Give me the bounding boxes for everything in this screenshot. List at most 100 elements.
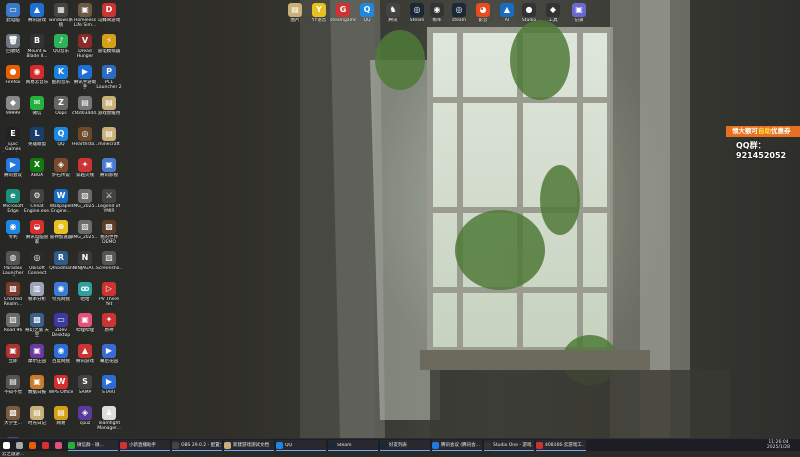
desktop-icon[interactable]: ▶ 幕后花园 — [96, 344, 122, 364]
desktop-icon[interactable]: ▣ 立即 — [0, 344, 26, 364]
desktop-icon[interactable]: V Dread Hunger — [72, 34, 98, 59]
desktop-icon[interactable]: ✦ 穿越火线 — [72, 158, 98, 178]
desktop-icon[interactable]: ▣ 记录 — [566, 3, 592, 23]
desktop-icon[interactable]: ♞ 腾讯 — [380, 3, 406, 23]
desktop-icon[interactable]: ▣ 腾讯影视 — [96, 158, 122, 178]
desktop-icon[interactable]: ◒ 腾讯电脑管家 — [24, 220, 50, 245]
desktop-icon[interactable]: ♪ QQ音乐 — [48, 34, 74, 54]
desktop-icon[interactable]: ▣ 摩尔庄园 — [24, 344, 50, 364]
desktop-icon[interactable]: ▩ 奇幻之旅 天空 — [24, 313, 50, 338]
desktop-icon[interactable]: ◍Paradox Launcher v2 — [0, 251, 26, 276]
desktop-icon[interactable]: D 马蜂窝游戏 — [96, 3, 122, 23]
desktop-icon[interactable]: ◎ Ubisoft Connect — [24, 251, 50, 276]
desktop-icon[interactable]: ▲ 腾讯游戏 — [72, 344, 98, 364]
desktop-icon-label: 网易 — [56, 421, 66, 426]
taskbar-app[interactable]: Steam — [328, 440, 378, 451]
taskbar-app[interactable]: QQ — [276, 440, 326, 451]
desktop-icon[interactable]: ▧ Screensho... — [96, 251, 122, 271]
desktop-icon[interactable]: ▷ PV There Yet — [96, 282, 122, 307]
desktop-icon[interactable]: ● Studio — [516, 3, 542, 23]
desktop-icon[interactable]: ◎ Hearthsto... — [72, 127, 98, 147]
desktop-icon[interactable]: Gsteamgame — [330, 3, 356, 23]
desktop-icon[interactable]: ◈ cpuz — [72, 406, 98, 426]
desktop-icon[interactable]: ▣ 数据日报 — [24, 375, 50, 395]
desktop-icon[interactable]: ◆ 99999 — [0, 96, 26, 116]
app-icon: ◆ — [6, 96, 20, 110]
desktop-icon[interactable]: ▤ minecraft — [96, 127, 122, 147]
desktop-icon[interactable]: ▩ 大学生... — [0, 406, 26, 426]
desktop-icon[interactable]: ♟ Teamfight Manager... — [96, 406, 122, 431]
taskbar-app[interactable]: 好友列表 — [380, 440, 430, 451]
desktop-icon[interactable]: ◉ 网易云音乐 — [24, 65, 50, 85]
desktop-icon[interactable]: W WPS Office — [48, 375, 74, 395]
desktop-icon[interactable]: ▶ 腾讯手游助手 — [72, 65, 98, 90]
desktop-icon[interactable]: ▦ windows系统 — [48, 3, 74, 28]
taskbar-app[interactable]: Studio One - 游戏... — [484, 440, 534, 451]
desktop-icon[interactable]: ▤ 时光日记 — [24, 406, 50, 426]
promo-overlay[interactable]: 领大额可自助优惠券 QQ群：921452052 — [726, 126, 800, 160]
taskbar-app[interactable] — [29, 440, 40, 450]
desktop-icon[interactable]: ▩ Charred Realm... — [0, 282, 26, 307]
desktop-icon[interactable]: ▭ 此电脑 — [0, 3, 26, 23]
taskbar-clock[interactable]: 11:26:04 2025/1/28 — [767, 440, 790, 450]
desktop-icon[interactable]: ▤ 网易 — [48, 406, 74, 426]
desktop-icon[interactable]: ▣ 哔哩哔哩 — [72, 313, 98, 333]
desktop-icon[interactable]: ▤ 不知不觉 — [0, 375, 26, 395]
desktop-icon[interactable]: ▲ 腾讯游戏 — [24, 3, 50, 23]
desktop-icon[interactable]: Z Oops — [48, 96, 74, 116]
desktop-icon[interactable]: ⚡ 雷电模拟器 — [96, 34, 122, 54]
taskbar-app[interactable] — [55, 440, 66, 450]
desktop-icon-label: IMG_2025... — [72, 235, 98, 240]
desktop-icon[interactable]: ✉ 微信 — [24, 96, 50, 116]
desktop-icon[interactable]: ▤ 图片 — [282, 3, 308, 23]
desktop-icon[interactable]: ✦ 原神 — [96, 313, 122, 333]
desktop-icon[interactable]: 🗑 回收站 — [0, 34, 26, 54]
desktop-icon[interactable]: X XBOX — [24, 158, 50, 178]
start-button[interactable] — [3, 440, 14, 450]
desktop-icon[interactable]: ▨ Road 96 — [0, 313, 26, 333]
desktop-icon[interactable]: ◕ 影音 — [470, 3, 496, 23]
desktop-icon[interactable]: ⊕ 雷神加速器 — [48, 220, 74, 240]
desktop-icon[interactable]: ◆ 工具 — [540, 3, 566, 23]
desktop-icon[interactable]: ▶ 腾讯会议 — [0, 158, 26, 178]
desktop-icon[interactable]: K 酷狗音乐 — [48, 65, 74, 85]
desktop-icon[interactable]: ▣ Homeless Life Sim... — [72, 3, 98, 28]
desktop-icon[interactable]: Q QQ — [354, 3, 380, 23]
desktop-icon[interactable]: ● Firefox — [0, 65, 26, 85]
desktop-icon[interactable]: N NINJAGAI... — [72, 251, 98, 271]
desktop-icon[interactable]: ▥ 帧率分析 — [24, 282, 50, 302]
desktop-icon[interactable]: ꝏ 哈哈 — [72, 282, 98, 302]
search-button[interactable] — [16, 440, 27, 450]
taskbar-app[interactable]: 腾讯会议 (腾讯会... — [432, 440, 482, 451]
desktop-icon[interactable]: R Qmodman — [48, 251, 74, 271]
desktop-icon[interactable]: P PCL Launcher 2 — [96, 65, 122, 90]
desktop-icon[interactable]: ▩ 我的世界DEMO — [96, 220, 122, 245]
desktop-icon[interactable]: ◈ 炉石传说 — [48, 158, 74, 178]
desktop-icon[interactable]: ⚔ Legend of YMIR — [96, 189, 122, 214]
desktop-icon[interactable]: ◉ 百度网盘 — [48, 344, 74, 364]
desktop-icon[interactable]: EEpic Games Launcher — [0, 127, 26, 152]
desktop-icon[interactable]: B Mount & Blade II... — [24, 34, 50, 59]
taskbar-app[interactable]: 新建游戏测试文档 — [224, 440, 274, 451]
taskbar-app[interactable]: OBS 29.0.2 - 配置文... — [172, 440, 222, 451]
desktop-icon[interactable]: ▶ START — [96, 375, 122, 395]
desktop-icon[interactable]: ◉ 专利 — [0, 220, 26, 240]
desktop-icon[interactable]: Y YY语音 — [306, 3, 332, 23]
desktop-icon[interactable]: ▤ cf4d034d4... — [72, 96, 98, 116]
desktop-icon[interactable]: ▨ IMG_2025... — [72, 220, 98, 240]
desktop-icon[interactable]: ⚙Cheat Engine.exe... — [24, 189, 50, 214]
taskbar-app[interactable]: 小新直播助手 — [120, 440, 170, 451]
desktop-icon[interactable]: e Microsoft Edge — [0, 189, 26, 214]
taskbar-app[interactable]: 408166-云游戏工... — [536, 440, 586, 451]
desktop-icon[interactable]: Q QQ — [48, 127, 74, 147]
desktop-icon[interactable]: L 英雄联盟 — [24, 127, 50, 147]
taskbar-app[interactable]: 微信群 - 微... — [68, 440, 118, 451]
desktop-icon[interactable]: ◉ 夸克网盘 — [48, 282, 74, 302]
desktop-icon[interactable]: ▨ IMG_2025... — [72, 189, 98, 209]
desktop-icon[interactable]: ▤ 游戏暂缓用 — [96, 96, 122, 116]
desktop-icon[interactable]: ▭ 2Dev Desktop — [48, 313, 74, 338]
taskbar-app[interactable] — [42, 440, 53, 450]
desktop-icon[interactable]: ◎ steam — [446, 3, 472, 23]
desktop-icon[interactable]: S SAMP — [72, 375, 98, 395]
desktop-icon[interactable]: W Wallpaper Engine... — [48, 189, 74, 214]
